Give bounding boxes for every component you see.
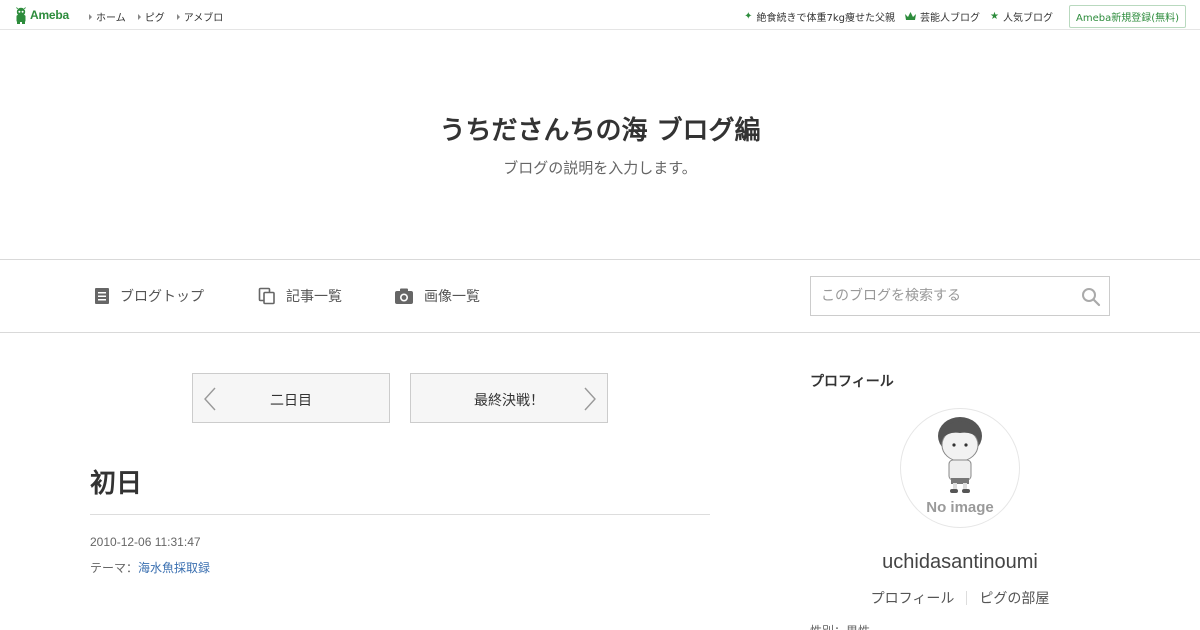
- blog-nav: ブログトップ 記事一覧 画像一覧: [0, 260, 1200, 333]
- star-icon: ★: [990, 10, 999, 22]
- nav-blog-top-label: ブログトップ: [120, 289, 204, 305]
- celebrity-blog-link[interactable]: 芸能人ブログ: [905, 9, 980, 24]
- camera-icon: [395, 288, 413, 304]
- prev-entry-label: 二日目: [270, 393, 312, 409]
- chevron-right-icon: [584, 387, 596, 411]
- pigg-room-link[interactable]: ピグの部屋: [979, 588, 1049, 608]
- logo-text: Ameba: [30, 8, 70, 22]
- search-input[interactable]: [811, 277, 1071, 315]
- header-right-links: ✦ 絶食続きで体重7kg痩せた父親 芸能人ブログ ★ 人気ブログ Ameba新規…: [734, 5, 1186, 28]
- nav-image-list-label: 画像一覧: [424, 289, 480, 305]
- profile-links: プロフィール ピグの部屋: [810, 588, 1110, 608]
- global-nav-label: ホーム: [96, 13, 126, 24]
- entry-datetime: 2010-12-06 11:31:47: [90, 535, 201, 549]
- global-nav: ホーム ピグ アメブロ: [89, 9, 235, 24]
- prev-entry-button[interactable]: 二日目: [192, 373, 390, 423]
- next-entry-label: 最終決戦！: [474, 393, 544, 409]
- blog-description: ブログの説明を入力します。: [503, 159, 697, 177]
- sparkle-icon: ✦: [744, 10, 753, 22]
- blog-header: うちださんちの海 ブログ編 ブログの説明を入力します。: [0, 30, 1200, 260]
- caret-right-icon: [176, 13, 180, 20]
- nav-entry-list-label: 記事一覧: [286, 289, 342, 305]
- caret-right-icon: [89, 13, 92, 20]
- profile-detail: 性別：男性: [810, 622, 870, 630]
- nav-blog-top[interactable]: ブログトップ: [94, 286, 204, 306]
- trending-topic-link[interactable]: ✦ 絶食続きで体重7kg痩せた父親: [744, 9, 895, 24]
- nav-entry-list[interactable]: 記事一覧: [258, 286, 342, 306]
- copy-documents-icon: [258, 287, 275, 305]
- entry-title[interactable]: 初日: [90, 463, 142, 500]
- global-nav-pigg[interactable]: ピグ: [137, 9, 165, 24]
- profile-heading: プロフィール: [810, 374, 894, 390]
- global-nav-home[interactable]: ホーム: [89, 9, 126, 24]
- global-nav-ameblo[interactable]: アメブロ: [176, 9, 224, 24]
- global-nav-label: ピグ: [144, 13, 165, 24]
- ameba-mascot-icon: [16, 6, 26, 24]
- avatar[interactable]: No image: [900, 408, 1020, 528]
- next-entry-button[interactable]: 最終決戦！: [410, 373, 608, 423]
- blog-search: [810, 276, 1110, 316]
- link-separator: [966, 591, 968, 605]
- nav-image-list[interactable]: 画像一覧: [394, 286, 480, 306]
- celebrity-blog-label: 芸能人ブログ: [920, 13, 981, 24]
- global-nav-label: アメブロ: [183, 13, 224, 24]
- profile-link[interactable]: プロフィール: [871, 588, 955, 608]
- entry-theme: テーマ：海水魚採取録: [90, 559, 210, 576]
- entry-divider: [90, 514, 710, 515]
- blog-title[interactable]: うちださんちの海 ブログ編: [0, 110, 1200, 147]
- profile-username[interactable]: uchidasantinoumi: [810, 551, 1110, 574]
- document-icon: [95, 288, 109, 304]
- theme-link[interactable]: 海水魚採取録: [138, 561, 210, 575]
- crown-icon: [905, 12, 917, 20]
- no-image-label: No image: [926, 499, 994, 516]
- theme-label: テーマ：: [90, 561, 139, 575]
- caret-right-icon: [137, 13, 141, 20]
- ameba-logo[interactable]: Ameba: [14, 6, 69, 24]
- register-button[interactable]: Ameba新規登録(無料): [1068, 5, 1186, 28]
- global-header: Ameba ホーム ピグ アメブロ ✦ 絶食続きで体重7kg痩せた父親 芸能人ブ…: [0, 0, 1200, 30]
- popular-blog-link[interactable]: ★ 人気ブログ: [990, 9, 1053, 24]
- search-icon[interactable]: [1081, 287, 1101, 307]
- trending-topic-label: 絶食続きで体重7kg痩せた父親: [756, 13, 896, 24]
- popular-blog-label: 人気ブログ: [1002, 13, 1053, 24]
